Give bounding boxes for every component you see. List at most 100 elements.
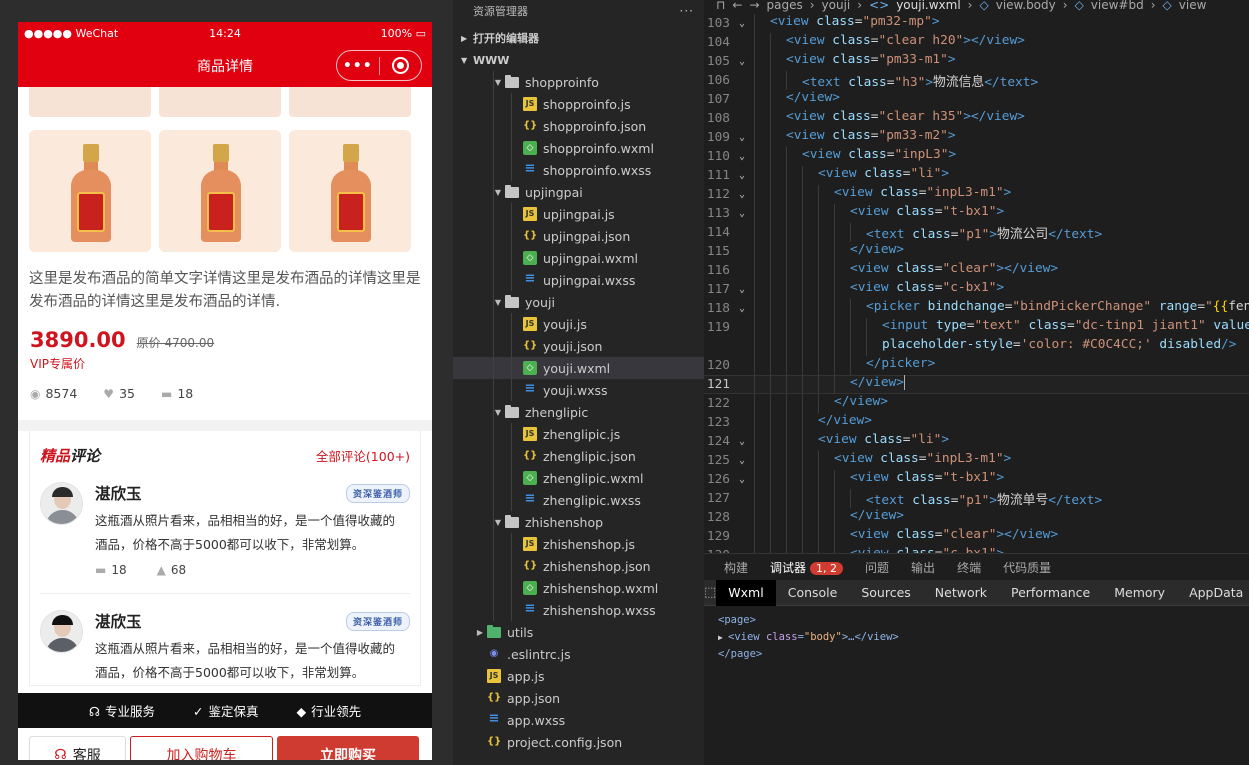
forward-icon[interactable]: → [749,0,759,12]
code-line[interactable]: 108 <view class="clear h35"></view> [704,109,1249,128]
breadcrumb-item[interactable]: youji.wxml [896,0,960,12]
fold-chevron-icon[interactable]: ⌄ [730,189,754,200]
code-line[interactable]: placeholder-style='color: #C0C4CC;' disa… [704,337,1249,356]
file-tree-item[interactable]: ▶ utils [453,621,704,643]
file-tree-item[interactable]: JS upjingpai.js [453,203,704,225]
code-line[interactable]: 119 <input type="text" class="dc-tinp1 ji… [704,318,1249,337]
product-image[interactable] [289,87,411,117]
breadcrumb-item[interactable]: view.body [996,0,1056,12]
file-tree-item[interactable]: ◇ zhenglipic.wxml [453,467,704,489]
file-tree-item[interactable]: ≡ shopproinfo.wxss [453,159,704,181]
code-line[interactable]: 113 ⌄ <view class="t-bx1"> [704,204,1249,223]
back-icon[interactable]: ← [732,0,742,12]
file-tree-item[interactable]: {} shopproinfo.json [453,115,704,137]
product-image[interactable] [289,130,411,252]
code-line[interactable]: 124 ⌄ <view class="li"> [704,432,1249,451]
breadcrumb-item[interactable]: youji [822,0,851,12]
file-tree-item[interactable]: ≡ zhishenshop.wxss [453,599,704,621]
fold-chevron-icon[interactable]: ⌄ [730,303,754,314]
code-line[interactable]: 120 </picker> [704,356,1249,375]
product-image[interactable] [29,87,151,117]
avatar[interactable] [40,482,83,525]
file-tree-item[interactable]: JS zhenglipic.js [453,423,704,445]
file-tree-item[interactable]: ≡ app.wxss [453,709,704,731]
file-tree-item[interactable]: ▼ upjingpai [453,181,704,203]
code-line[interactable]: 127 <text class="p1">物流单号</text> [704,489,1249,508]
customer-service-button[interactable]: ☊ 客服 [29,736,126,760]
code-line[interactable]: 104 <view class="clear h20"></view> [704,33,1249,52]
file-tree-item[interactable]: {} upjingpai.json [453,225,704,247]
code-line[interactable]: 118 ⌄ <picker bindchange = "bindPickerChange… [704,299,1249,318]
menu-capsule[interactable]: ••• [336,50,422,81]
product-image[interactable] [159,130,281,252]
fold-chevron-icon[interactable]: ⌄ [730,132,754,143]
file-tree-item[interactable]: ≡ upjingpai.wxss [453,269,704,291]
code-line[interactable]: 106 <text class="h3">物流信息</text> [704,71,1249,90]
fold-chevron-icon[interactable]: ⌄ [730,474,754,485]
fold-chevron-icon[interactable]: ⌄ [730,151,754,162]
avatar[interactable] [40,610,83,653]
breadcrumb-item[interactable]: view#bd [1091,0,1144,12]
tab-memory[interactable]: Memory [1102,580,1177,606]
add-to-cart-button[interactable]: 加入购物车 [130,736,273,760]
tab-performance[interactable]: Performance [999,580,1102,606]
dom-node-view[interactable]: ▶ <view class="body">…</view> [718,629,1235,646]
all-reviews-link[interactable]: 全部评论(100+) [316,446,410,465]
tab-wxml[interactable]: Wxml [716,579,776,606]
tab-debugger[interactable]: 调试器 1, 2 [770,559,844,576]
breadcrumb-item[interactable]: pages [767,0,803,12]
fold-chevron-icon[interactable]: ⌄ [730,284,754,295]
tab-terminal[interactable]: 终端 [957,559,981,576]
file-tree-item[interactable]: ≡ youji.wxss [453,379,704,401]
open-editors-section[interactable]: ▶ 打开的编辑器 [453,27,704,49]
code-line[interactable]: 125 ⌄ <view class="inpL3-m1"> [704,451,1249,470]
code-line[interactable]: 121 </view> [704,375,1249,394]
fold-chevron-icon[interactable]: ⌄ [730,170,754,181]
code-line[interactable]: 107 </view> [704,90,1249,109]
more-icon[interactable]: ••• [337,58,379,74]
code-line[interactable]: 122 </view> [704,394,1249,413]
tab-console[interactable]: Console [776,580,850,606]
code-line[interactable]: 123 </view> [704,413,1249,432]
review-like-button[interactable]: ▲ 68 [157,563,187,577]
product-image[interactable] [159,87,281,117]
split-editor-icon[interactable]: ⊓ [716,0,725,12]
code-line[interactable]: 129 <view class="clear"></view> [704,527,1249,546]
breadcrumb-item[interactable]: view [1179,0,1207,12]
file-tree-item[interactable]: {} zhishenshop.json [453,555,704,577]
tab-code-quality[interactable]: 代码质量 [1003,559,1051,576]
code-line[interactable]: 115 </view> [704,242,1249,261]
file-tree-item[interactable]: {} youji.json [453,335,704,357]
file-tree-item[interactable]: JS shopproinfo.js [453,93,704,115]
code-line[interactable]: 114 <text class="p1">物流公司</text> [704,223,1249,242]
dom-node-page[interactable]: <page> [718,612,1235,629]
file-tree-item[interactable]: ◇ upjingpai.wxml [453,247,704,269]
code-line[interactable]: 112 ⌄ <view class="inpL3-m1"> [704,185,1249,204]
fold-chevron-icon[interactable]: ⌄ [730,208,754,219]
workspace-root[interactable]: ▼ WWW [453,49,704,71]
tab-problems[interactable]: 问题 [865,559,889,576]
code-line[interactable]: 116 <view class="clear"></view> [704,261,1249,280]
likes-stat[interactable]: ♥ 35 [103,386,135,401]
tab-output[interactable]: 输出 [911,559,935,576]
file-tree-item[interactable]: {} project.config.json [453,731,704,753]
file-tree-item[interactable]: ▼ zhishenshop [453,511,704,533]
buy-now-button[interactable]: 立即购买 [277,736,419,760]
fold-chevron-icon[interactable]: ⌄ [730,56,754,67]
file-tree-item[interactable]: JS youji.js [453,313,704,335]
fold-chevron-icon[interactable]: ⌄ [730,18,754,29]
code-line[interactable]: 130⌄<view class="c-bx1"> [704,546,1249,553]
file-tree-item[interactable]: {} zhenglipic.json [453,445,704,467]
code-line[interactable]: 109 ⌄ <view class="pm33-m2"> [704,128,1249,147]
code-line[interactable]: 105 ⌄ <view class="pm33-m1"> [704,52,1249,71]
file-tree-item[interactable]: {} app.json [453,687,704,709]
inspect-element-icon[interactable]: ⬚ [704,585,716,600]
code-line[interactable]: 111 ⌄ <view class="li"> [704,166,1249,185]
comments-stat[interactable]: ▬ 18 [161,386,193,401]
file-tree-item[interactable]: ◇ youji.wxml [453,357,704,379]
code-line[interactable]: 110 ⌄ <view class="inpL3"> [704,147,1249,166]
code-line[interactable]: 126 ⌄ <view class="t-bx1"> [704,470,1249,489]
file-tree-item[interactable]: ≡ zhenglipic.wxss [453,489,704,511]
product-image[interactable] [29,130,151,252]
code-line[interactable]: 103 ⌄ <view class="pm32-mp"> [704,14,1249,33]
